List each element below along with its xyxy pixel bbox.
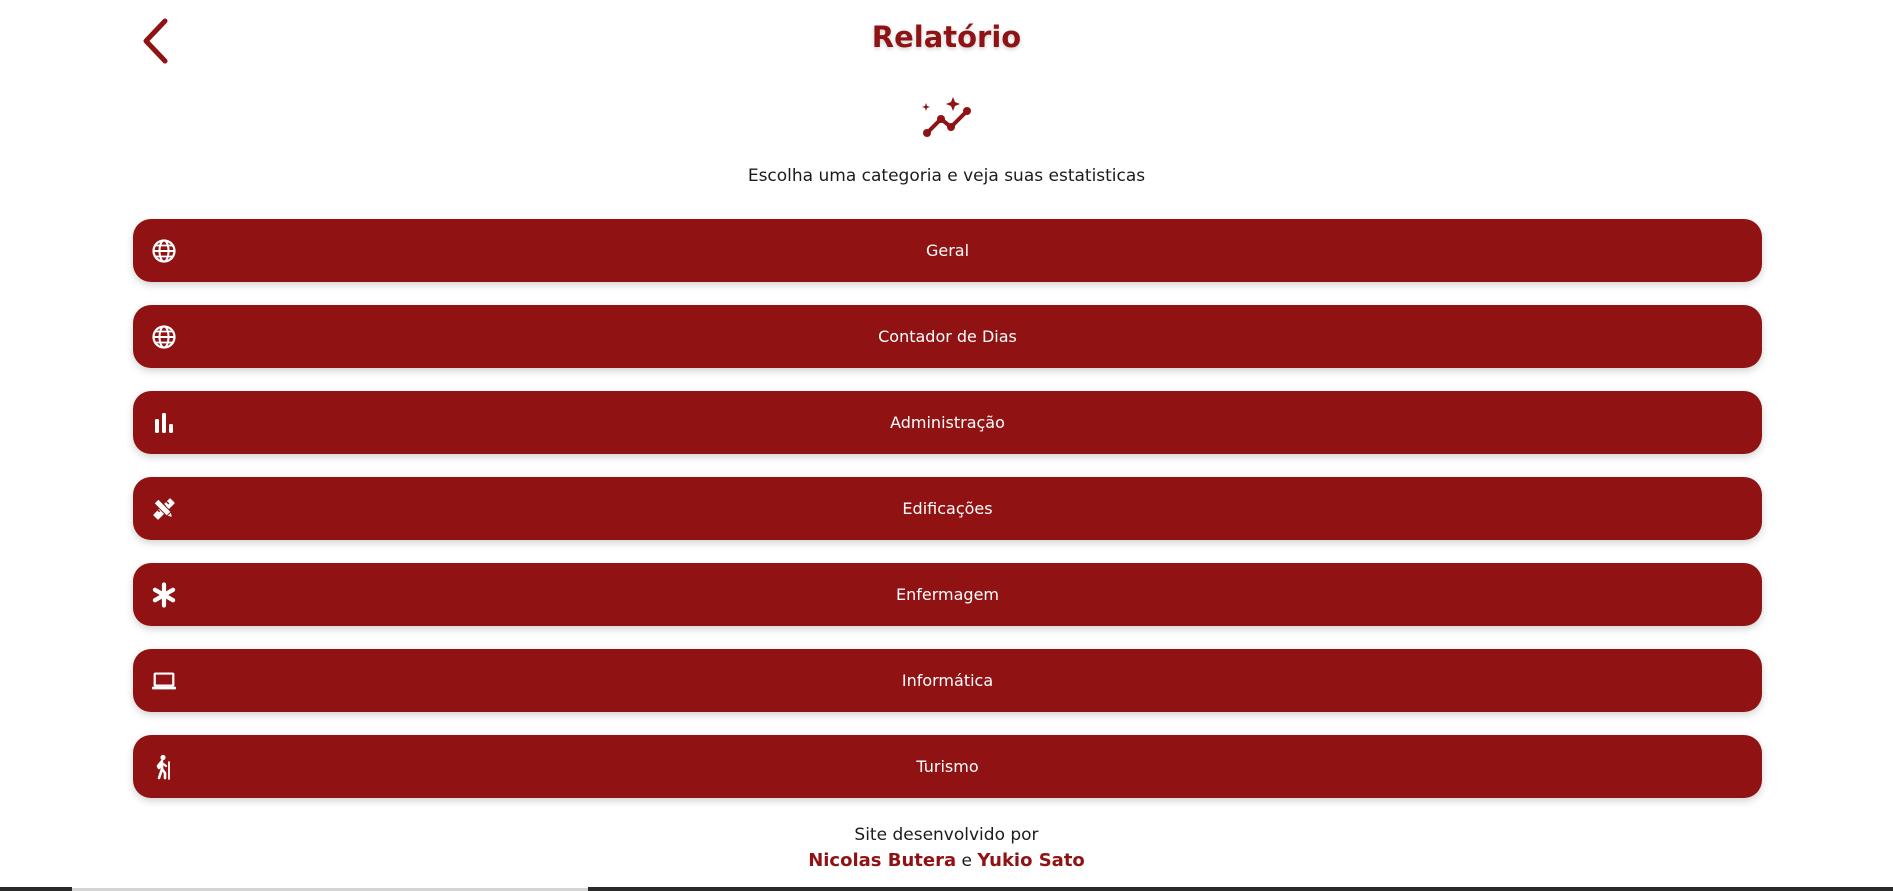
footer: Site desenvolvido por Nicolas Butera e Y… xyxy=(0,822,1893,874)
hiking-icon xyxy=(151,754,177,780)
category-label: Informática xyxy=(901,671,994,690)
category-button-geral[interactable]: Geral xyxy=(133,219,1762,282)
category-button-enfermagem[interactable]: Enfermagem xyxy=(133,563,1762,626)
footer-connector: e xyxy=(961,851,972,871)
bottom-bar xyxy=(588,887,1893,891)
ruler-pencil-icon xyxy=(151,496,177,522)
laptop-icon xyxy=(151,668,177,694)
category-list: Geral Contador de Dias Administração Edi… xyxy=(133,219,1762,821)
author-link-yukio[interactable]: Yukio Sato xyxy=(977,850,1084,871)
bar-chart-icon xyxy=(151,410,177,436)
category-label: Contador de Dias xyxy=(878,327,1017,346)
category-button-edificacoes[interactable]: Edificações xyxy=(133,477,1762,540)
category-button-turismo[interactable]: Turismo xyxy=(133,735,1762,798)
footer-credit-line: Site desenvolvido por xyxy=(854,825,1039,845)
category-button-administracao[interactable]: Administração xyxy=(133,391,1762,454)
author-link-nicolas[interactable]: Nicolas Butera xyxy=(808,850,956,871)
globe-icon xyxy=(151,324,177,350)
category-button-informatica[interactable]: Informática xyxy=(133,649,1762,712)
category-label: Administração xyxy=(890,413,1005,432)
sparkle-chart-icon xyxy=(922,97,971,137)
subtitle: Escolha uma categoria e veja suas estati… xyxy=(747,166,1146,186)
category-label: Enfermagem xyxy=(896,585,999,604)
category-button-contador-de-dias[interactable]: Contador de Dias xyxy=(133,305,1762,368)
bottom-bar xyxy=(0,887,72,891)
category-label: Edificações xyxy=(902,499,993,518)
category-label: Turismo xyxy=(916,757,979,776)
page-title: Relatório xyxy=(871,20,1022,54)
category-label: Geral xyxy=(925,241,970,260)
asterisk-icon xyxy=(151,582,177,608)
report-page: Relatório Escolha uma categoria e veja s… xyxy=(0,0,1893,891)
globe-icon xyxy=(151,238,177,264)
footer-authors: Nicolas Butera e Yukio Sato xyxy=(0,848,1893,874)
